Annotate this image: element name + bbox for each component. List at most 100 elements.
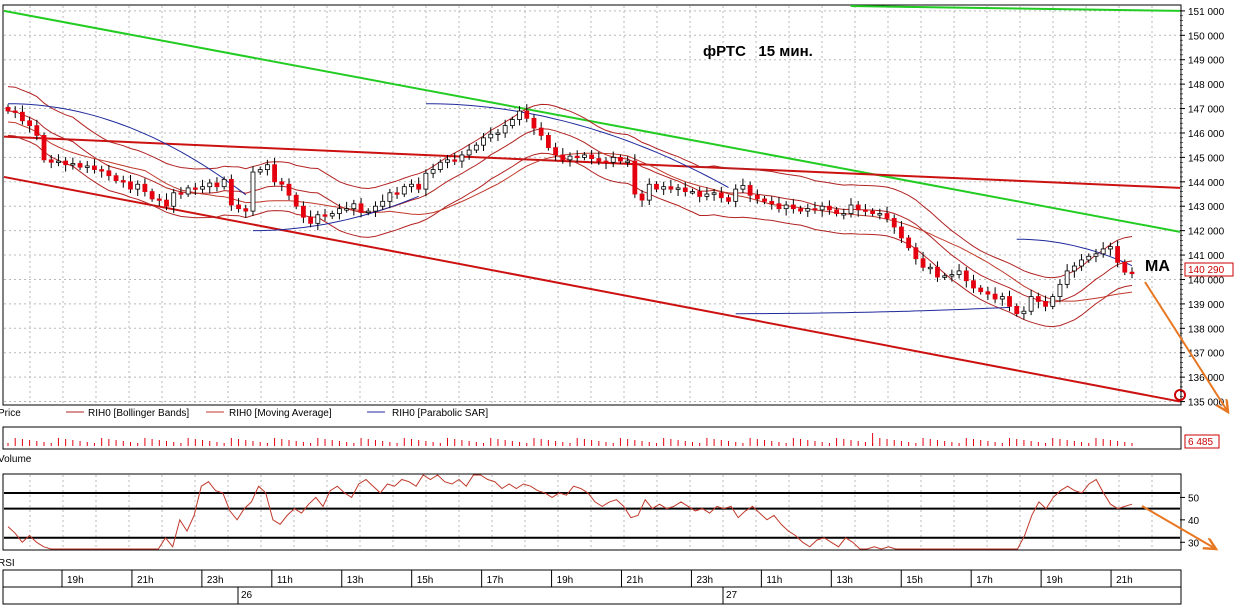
last-price-label: 140 290: [1188, 265, 1225, 276]
candle-body: [956, 270, 962, 275]
candle-body: [416, 183, 422, 190]
candle-body: [409, 183, 414, 188]
candle-body: [1064, 270, 1070, 285]
candle-body: [805, 208, 811, 212]
candle-body: [437, 161, 443, 170]
candle-body: [1100, 248, 1106, 255]
candle-body: [545, 135, 551, 149]
candle-body: [128, 181, 133, 190]
last-volume-label: 6 485: [1188, 437, 1213, 448]
candle-body: [589, 154, 595, 160]
candle-body: [358, 203, 364, 213]
candle-body: [618, 156, 623, 162]
candle-body: [1129, 271, 1135, 275]
candle-body: [337, 208, 342, 214]
candle-body: [704, 193, 710, 197]
ma-annotation: MA: [1145, 258, 1170, 275]
candle-body: [171, 192, 177, 207]
candle-body: [63, 160, 69, 166]
candle-body: [1086, 255, 1092, 261]
candle-body: [423, 172, 429, 190]
candle-body: [135, 183, 141, 190]
candle-body: [1028, 296, 1034, 312]
candle-body: [243, 208, 249, 212]
candle-body: [1021, 310, 1027, 315]
rsi-axis-label: 30: [1188, 538, 1200, 549]
price-axis-label: 146 000: [1188, 129, 1225, 140]
candle-body: [20, 111, 25, 122]
candle-body: [798, 208, 803, 212]
rsi-title: RSI: [0, 558, 15, 569]
candle-body: [1007, 296, 1012, 307]
legend-bollinger: RIH0 [Bollinger Bands]: [88, 408, 189, 419]
candle-body: [596, 158, 602, 162]
time-axis-hour-label: 21h: [627, 575, 644, 586]
candle-body: [156, 198, 162, 201]
candle-body: [610, 156, 616, 163]
chart-title: фРТС 15 мин.: [703, 43, 813, 60]
candle-body: [250, 171, 256, 212]
candle-body: [639, 193, 645, 201]
candle-body: [999, 296, 1005, 300]
candle-body: [113, 175, 119, 181]
candle-body: [942, 275, 948, 278]
candle-body: [711, 192, 717, 195]
candle-body: [365, 210, 371, 214]
price-axis-label: 151 000: [1188, 7, 1225, 18]
candle-body: [935, 266, 940, 278]
price-axis-label: 141 000: [1188, 251, 1225, 262]
candle-body: [344, 208, 350, 211]
candle-body: [848, 204, 854, 214]
candle-body: [149, 191, 155, 200]
candle-body: [884, 213, 890, 219]
candle-body: [819, 205, 825, 211]
candle-body: [668, 186, 674, 190]
candle-body: [870, 210, 876, 214]
candle-body: [603, 160, 609, 163]
price-axis-label: 150 000: [1188, 31, 1225, 42]
candle-body: [963, 270, 969, 282]
candle-body: [625, 160, 631, 163]
price-axis-label: 144 000: [1188, 178, 1225, 189]
candle-body: [560, 154, 566, 161]
candle-body: [632, 160, 638, 195]
candle-body: [279, 181, 285, 185]
candle-body: [1057, 283, 1063, 297]
candle-body: [48, 159, 54, 163]
candle-body: [1050, 296, 1056, 307]
time-axis-hour-label: 23h: [207, 575, 224, 586]
candle-body: [380, 200, 386, 207]
rsi-axis-label: 50: [1188, 493, 1200, 504]
time-axis-hour-label: 11h: [766, 575, 782, 586]
candle-body: [834, 209, 839, 214]
time-axis-hour-label: 21h: [1116, 575, 1133, 586]
candle-body: [863, 209, 868, 212]
candle-body: [77, 163, 83, 168]
price-panel-frame: [2, 4, 1182, 406]
time-axis-day-label: 26: [241, 590, 253, 601]
candle-body: [769, 200, 775, 205]
candle-body: [971, 280, 976, 289]
candle-body: [697, 191, 703, 197]
candle-body: [531, 117, 537, 129]
candle-body: [553, 147, 558, 156]
candle-body: [495, 132, 501, 135]
candle-body: [272, 164, 277, 183]
time-axis-hour-label: 17h: [976, 575, 993, 586]
time-axis-hour-label: 19h: [557, 575, 574, 586]
candle-body: [690, 191, 695, 194]
candle-body: [394, 192, 400, 195]
candle-body: [473, 144, 479, 151]
candle-body: [164, 199, 169, 207]
candle-body: [899, 226, 904, 239]
price-axis-label: 140 000: [1188, 275, 1225, 286]
candle-body: [466, 149, 472, 156]
candle-body: [985, 291, 991, 295]
candle-body: [228, 178, 234, 206]
candle-body: [891, 218, 897, 228]
candle-body: [84, 165, 90, 168]
candle-body: [927, 266, 933, 270]
candle-body: [301, 205, 306, 218]
candle-body: [661, 186, 667, 190]
candle-body: [1043, 301, 1048, 307]
